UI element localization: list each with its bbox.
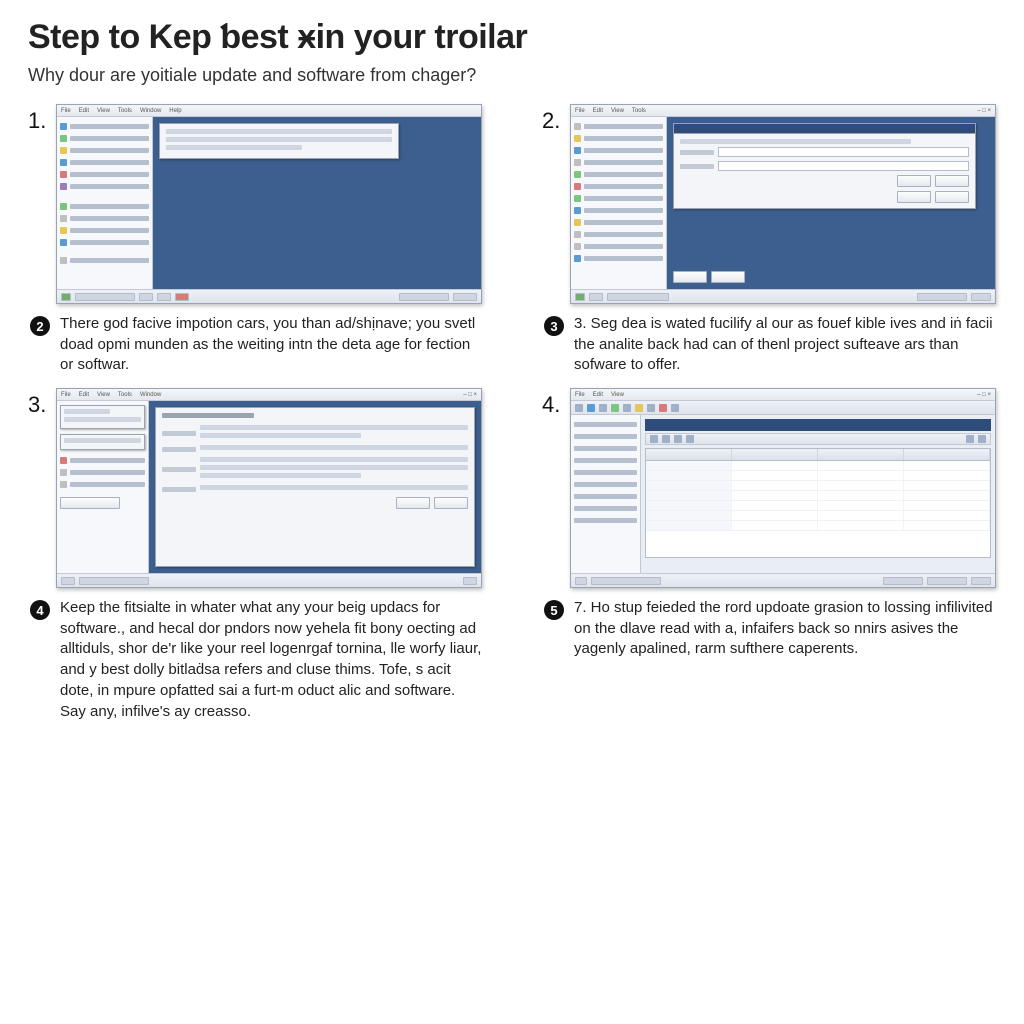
- cancel-button[interactable]: [434, 497, 468, 509]
- sidebar: [57, 401, 149, 573]
- taskbar: [57, 573, 481, 587]
- caption-badge: 2: [30, 316, 50, 336]
- steps-grid: 1. FileEditViewToolsWindowHelp: [28, 104, 996, 722]
- taskbar: [571, 573, 995, 587]
- step-number: 4.: [542, 388, 570, 418]
- toolbar-icon[interactable]: [623, 404, 631, 412]
- toolbar-icon[interactable]: [671, 404, 679, 412]
- sidebar: [57, 117, 153, 289]
- toolbar-icon[interactable]: [587, 404, 595, 412]
- data-table[interactable]: [645, 448, 991, 558]
- ok-button[interactable]: [396, 497, 430, 509]
- taskbar: [57, 289, 481, 303]
- toolbar-icon[interactable]: [611, 404, 619, 412]
- step-cell: 2. FileEditViewTools – □ ×: [542, 104, 996, 376]
- step-caption: 3 3. Seg dea is wated fucilify al our as…: [542, 314, 996, 376]
- step-cell: 4. FileEditView – □ ×: [542, 388, 996, 722]
- dialog-titlebar: [674, 124, 975, 134]
- menubar: FileEditViewToolsWindowHelp: [57, 105, 481, 117]
- dialog-box: [673, 123, 976, 209]
- apply-button[interactable]: [897, 191, 931, 203]
- screenshot-4: FileEditView – □ ×: [570, 388, 996, 588]
- toolbar-icon[interactable]: [599, 404, 607, 412]
- panel-header: [645, 419, 991, 431]
- toolbar-icon[interactable]: [659, 404, 667, 412]
- step-caption: 5 7. Ho stup feieded the rord updoate gr…: [542, 598, 996, 660]
- step-cell: 1. FileEditViewToolsWindowHelp: [28, 104, 482, 376]
- page-title: Step to Kep ƅest ӿin your troilar: [28, 18, 996, 57]
- window-panel: [159, 123, 399, 159]
- toolbar-icon[interactable]: [575, 404, 583, 412]
- caption-badge: 5: [544, 600, 564, 620]
- close-button[interactable]: [935, 191, 969, 203]
- caption-badge: 4: [30, 600, 50, 620]
- menubar: FileEditView – □ ×: [571, 389, 995, 401]
- taskbar: [571, 289, 995, 303]
- screenshot-1: FileEditViewToolsWindowHelp: [56, 104, 482, 304]
- toolbar-icon[interactable]: [635, 404, 643, 412]
- screenshot-3: FileEditViewToolsWindow – □ ×: [56, 388, 482, 588]
- menubar: FileEditViewToolsWindow – □ ×: [57, 389, 481, 401]
- caption-text: 7. Ho stup feieded the rord updoate gras…: [574, 598, 996, 660]
- step-caption: 2 There god facive impotion cars, you th…: [28, 314, 482, 376]
- settings-panel: [155, 407, 475, 567]
- sidebar: [571, 415, 641, 573]
- step-number: 2.: [542, 104, 570, 134]
- caption-text: There god facive impotion cars, you than…: [60, 314, 482, 376]
- sidebar: [571, 117, 667, 289]
- caption-text: 3. Seg dea is wated fucilify al our as f…: [574, 314, 996, 376]
- step-number: 1.: [28, 104, 56, 134]
- toolbar-icon[interactable]: [647, 404, 655, 412]
- toolbar: [571, 401, 995, 415]
- cancel-button[interactable]: [935, 175, 969, 187]
- menubar: FileEditViewTools – □ ×: [571, 105, 995, 117]
- dialog-button[interactable]: [673, 271, 707, 283]
- sidebar-button[interactable]: [60, 497, 120, 509]
- ok-button[interactable]: [897, 175, 931, 187]
- page-subtitle: Why dour are yoitiale update and softwar…: [28, 65, 996, 86]
- text-input[interactable]: [718, 161, 969, 171]
- screenshot-2: FileEditViewTools – □ ×: [570, 104, 996, 304]
- step-number: 3.: [28, 388, 56, 418]
- text-input[interactable]: [718, 147, 969, 157]
- step-cell: 3. FileEditViewToolsWindow – □ ×: [28, 388, 482, 722]
- step-caption: 4 Keep the fitsialte in whater what any …: [28, 598, 482, 722]
- caption-badge: 3: [544, 316, 564, 336]
- dialog-button[interactable]: [711, 271, 745, 283]
- caption-text: Keep the fitsialte in whater what any yo…: [60, 598, 482, 722]
